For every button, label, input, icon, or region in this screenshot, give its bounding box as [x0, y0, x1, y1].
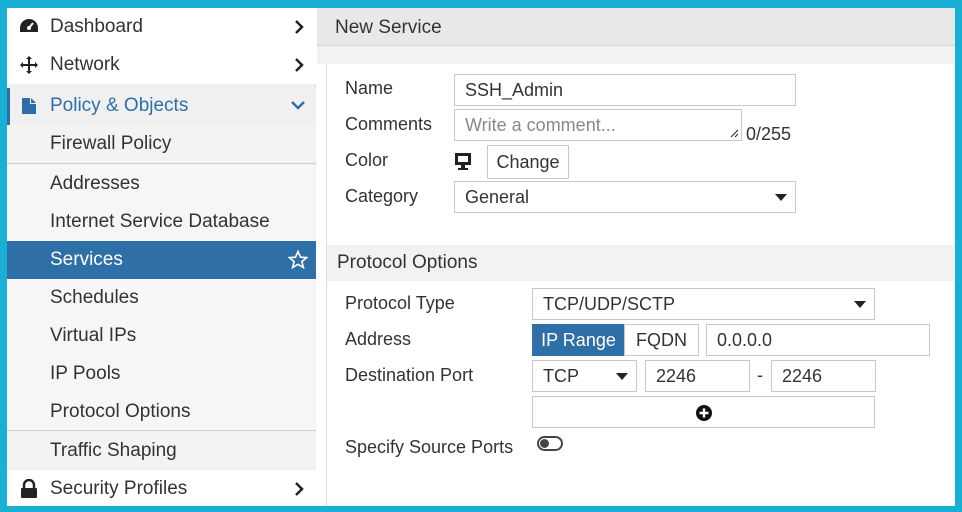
source-ports-label: Specify Source Ports — [345, 437, 514, 457]
sidebar-item-network[interactable]: Network — [7, 46, 316, 84]
comments-label: Comments — [345, 114, 433, 134]
star-icon[interactable] — [288, 250, 308, 270]
sidebar-item-label: Dashboard — [50, 16, 143, 37]
address-label: Address — [345, 329, 412, 349]
sidebar-item-internet-service-database[interactable]: Internet Service Database — [7, 203, 316, 241]
caret-down-icon — [616, 373, 628, 380]
plus-circle-icon — [696, 405, 712, 421]
color-label: Color — [345, 150, 389, 170]
chevron-right-icon — [295, 20, 304, 34]
comments-placeholder: Write a comment... — [465, 115, 616, 135]
chevron-right-icon — [295, 58, 304, 72]
add-port-button[interactable] — [532, 396, 875, 428]
sidebar-item-label: Services — [50, 249, 123, 270]
category-value: General — [465, 187, 530, 207]
policy-objects-icon — [19, 96, 39, 116]
active-section-indicator — [7, 88, 10, 125]
destination-port-protocol-value: TCP — [543, 366, 579, 386]
sidebar-item-label: Traffic Shaping — [50, 440, 177, 461]
sidebar-item-label: Security Profiles — [50, 478, 188, 499]
page-title: New Service — [335, 17, 442, 38]
sidebar-item-policy-objects[interactable]: Policy & Objects — [7, 87, 316, 125]
resize-handle-icon[interactable] — [729, 128, 739, 138]
page-header: New Service — [317, 8, 955, 46]
name-label: Name — [345, 78, 394, 98]
protocol-options-header: Protocol Options — [327, 245, 955, 281]
name-input[interactable]: SSH_Admin — [454, 74, 796, 106]
sidebar-item-virtual-ips[interactable]: Virtual IPs — [7, 317, 316, 355]
color-change-button[interactable]: Change — [487, 145, 569, 179]
sidebar-item-label: Network — [50, 54, 120, 75]
category-select[interactable]: General — [454, 181, 796, 213]
sidebar-item-security-profiles[interactable]: Security Profiles — [7, 470, 316, 506]
service-form: Name SSH_Admin Comments Write a comment.… — [326, 64, 955, 506]
dashboard-icon — [19, 17, 39, 37]
category-label: Category — [345, 186, 419, 206]
sidebar-item-label: Internet Service Database — [50, 211, 270, 232]
sidebar-item-firewall-policy[interactable]: Firewall Policy — [7, 125, 316, 163]
comments-counter: 0/255 — [746, 124, 792, 144]
protocol-type-value: TCP/UDP/SCTP — [543, 294, 676, 314]
sidebar-item-label: Firewall Policy — [50, 133, 172, 154]
protocol-type-select[interactable]: TCP/UDP/SCTP — [532, 288, 875, 320]
sidebar-item-dashboard[interactable]: Dashboard — [7, 8, 316, 46]
port-range-separator: - — [757, 365, 763, 385]
address-input[interactable]: 0.0.0.0 — [706, 324, 930, 356]
caret-down-icon — [854, 301, 866, 308]
sidebar-item-label: Schedules — [50, 287, 139, 308]
caret-down-icon — [775, 194, 787, 201]
protocol-type-label: Protocol Type — [345, 293, 455, 313]
sidebar-item-schedules[interactable]: Schedules — [7, 279, 316, 317]
sidebar-item-addresses[interactable]: Addresses — [7, 165, 316, 203]
main-content: New Service Name SSH_Admin Comments Writ… — [317, 8, 955, 506]
sidebar-item-label: Protocol Options — [50, 401, 191, 422]
sidebar-item-label: Addresses — [50, 173, 140, 194]
destination-port-high-input[interactable]: 2246 — [771, 360, 876, 392]
sidebar-item-label: Virtual IPs — [50, 325, 137, 346]
sidebar-item-ip-pools[interactable]: IP Pools — [7, 355, 316, 393]
sidebar: Dashboard Network Policy & Objects Firew… — [7, 8, 316, 506]
divider — [7, 163, 316, 164]
section-title: Protocol Options — [337, 252, 478, 273]
color-swatch-icon — [454, 152, 472, 175]
app-frame: Dashboard Network Policy & Objects Firew… — [7, 8, 955, 506]
sidebar-item-label: IP Pools — [50, 363, 121, 384]
destination-port-low-input[interactable]: 2246 — [645, 360, 750, 392]
sidebar-item-protocol-options[interactable]: Protocol Options — [7, 393, 316, 431]
destination-port-protocol-select[interactable]: TCP — [532, 360, 637, 392]
destination-port-label: Destination Port — [345, 365, 474, 385]
sidebar-item-label: Policy & Objects — [50, 95, 189, 116]
address-mode-fqdn-button[interactable]: FQDN — [624, 324, 699, 356]
sidebar-item-services[interactable]: Services — [7, 241, 316, 279]
divider — [7, 430, 316, 431]
comments-textarea[interactable]: Write a comment... — [454, 109, 742, 141]
address-mode-ip-range-button[interactable]: IP Range — [532, 324, 625, 356]
network-move-icon — [19, 55, 39, 75]
chevron-down-icon — [291, 101, 305, 110]
sidebar-item-traffic-shaping[interactable]: Traffic Shaping — [7, 432, 316, 470]
source-ports-toggle[interactable] — [537, 436, 563, 451]
lock-icon — [19, 479, 39, 499]
chevron-right-icon — [295, 482, 304, 496]
